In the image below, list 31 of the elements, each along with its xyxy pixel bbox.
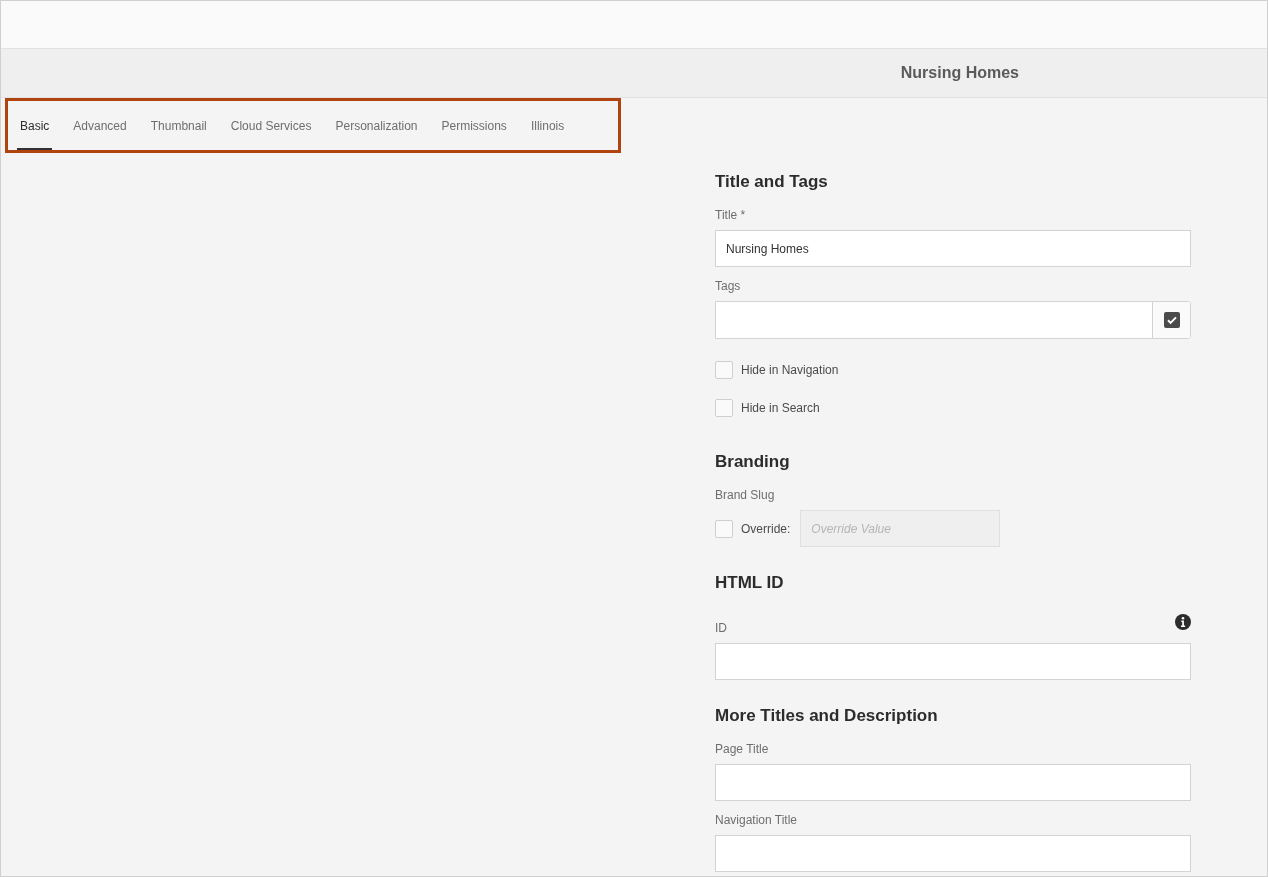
field-label: Brand Slug [715, 487, 776, 504]
checkbox-label: Hide in Navigation [741, 362, 839, 379]
field-label: Tags [715, 278, 742, 295]
text-field[interactable] [715, 835, 1191, 872]
text-field[interactable] [715, 643, 1191, 680]
picker-button[interactable] [1152, 302, 1190, 338]
section-heading: Title and Tags [715, 171, 829, 193]
tab[interactable]: Permissions [438, 101, 510, 150]
checkbox-icon [1163, 312, 1180, 328]
tab[interactable]: Thumbnail [147, 101, 210, 150]
tab[interactable]: Personalization [332, 101, 421, 150]
field-label: Page Title [715, 741, 770, 758]
tab[interactable]: Basic [17, 101, 53, 150]
info-icon[interactable] [1175, 614, 1191, 630]
text-field[interactable]: Nursing Homes [715, 230, 1191, 267]
tab[interactable]: Advanced [70, 101, 130, 150]
section-heading: Branding [715, 451, 791, 473]
field-label: ID [715, 620, 727, 637]
text-field[interactable] [715, 764, 1191, 801]
checkbox[interactable] [715, 361, 733, 379]
section-heading: More Titles and Description [715, 705, 939, 727]
field-label: Title * [715, 207, 747, 224]
checkbox[interactable] [715, 399, 733, 417]
tags-field[interactable] [715, 301, 1191, 339]
tab[interactable]: Cloud Services [227, 101, 315, 150]
dialog-title: Nursing Homes [900, 63, 1019, 83]
field-label: Navigation Title [715, 812, 799, 829]
section-heading: HTML ID [715, 572, 785, 594]
checkbox-label: Override: [741, 520, 791, 538]
checkbox-label: Hide in Search [741, 400, 820, 417]
tab[interactable]: Illinois [527, 101, 568, 150]
